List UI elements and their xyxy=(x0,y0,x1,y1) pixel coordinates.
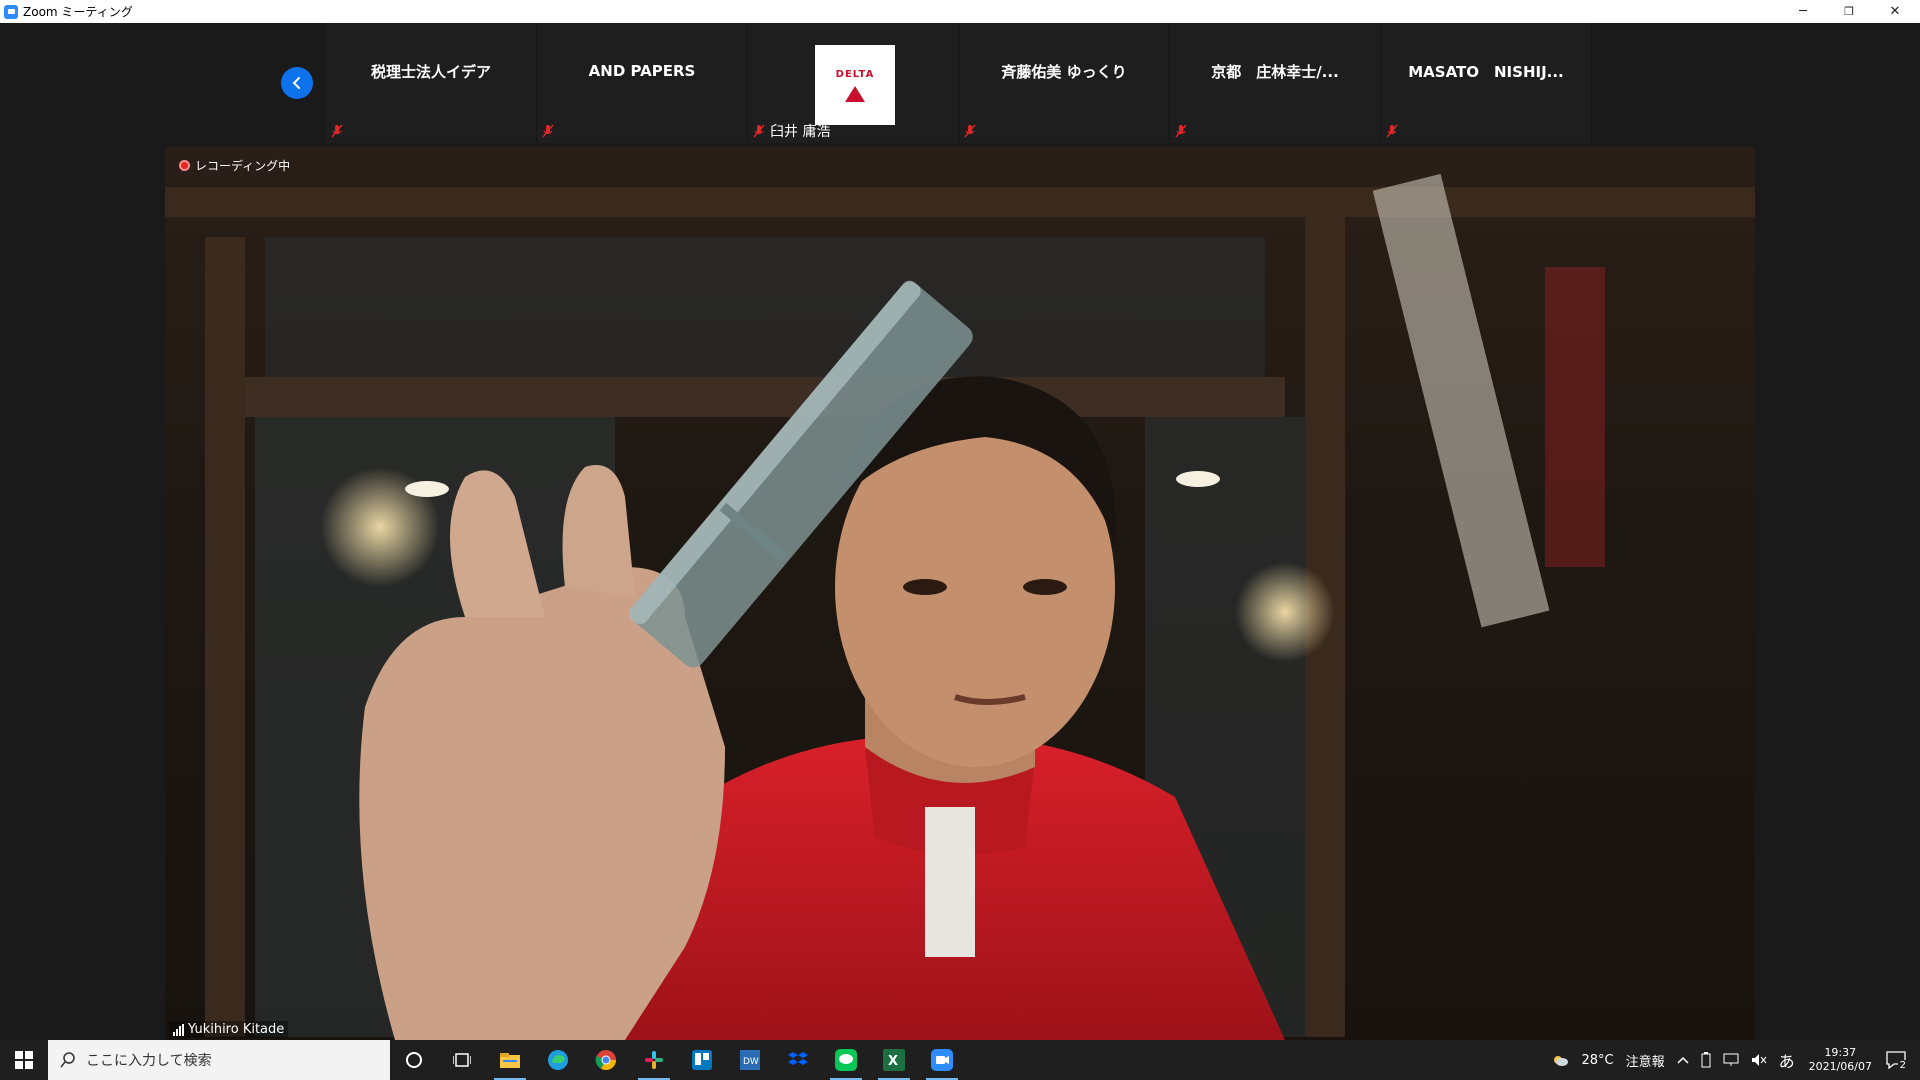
search-placeholder: ここに入力して検索 xyxy=(86,1053,212,1069)
participant-name: 税理士法人イデア xyxy=(370,62,491,81)
meeting-area: 税理士法人イデア AND PAPERS DELTA 臼井 庸浩 斉藤佑美 ゆっく… xyxy=(0,23,1920,1040)
participant-name: 斉藤佑美 ゆっくり xyxy=(1001,62,1127,81)
task-view-icon[interactable] xyxy=(438,1040,486,1080)
participant-tile[interactable]: 斉藤佑美 ゆっくり xyxy=(959,23,1170,143)
participant-tile[interactable]: MASATO NISHIJ... xyxy=(1381,23,1592,143)
participant-tile[interactable]: 京都 庄林幸士/... xyxy=(1170,23,1381,143)
muted-mic-icon xyxy=(752,123,766,139)
muted-mic-icon xyxy=(1385,123,1399,139)
previous-page-button[interactable] xyxy=(281,67,313,99)
trello-icon[interactable] xyxy=(678,1040,726,1080)
system-tray: 28°C 注意報 あ 19:37 2021/06/07 2 xyxy=(1545,1040,1920,1080)
recording-indicator: レコーディング中 xyxy=(179,157,290,174)
window-title: Zoom ミーティング xyxy=(23,5,133,19)
windows-logo-icon xyxy=(15,1051,33,1069)
svg-text:DW: DW xyxy=(743,1057,759,1067)
muted-mic-icon xyxy=(963,123,977,139)
restore-button[interactable]: ❐ xyxy=(1826,0,1872,23)
svg-text:X: X xyxy=(888,1054,898,1069)
taskbar-search-box[interactable]: ここに入力して検索 xyxy=(48,1040,390,1080)
recording-label: レコーディング中 xyxy=(195,159,291,173)
participant-logo: DELTA xyxy=(815,45,895,125)
network-icon[interactable] xyxy=(1723,1053,1739,1067)
participant-strip: 税理士法人イデア AND PAPERS DELTA 臼井 庸浩 斉藤佑美 ゆっく… xyxy=(326,23,1592,143)
battery-icon[interactable] xyxy=(1701,1052,1711,1068)
video-frame xyxy=(165,173,1755,1040)
zoom-icon[interactable] xyxy=(918,1040,966,1080)
clock-time: 19:37 xyxy=(1824,1046,1857,1059)
recording-dot-icon xyxy=(179,160,190,171)
chevron-left-icon xyxy=(292,77,300,89)
clock[interactable]: 19:37 2021/06/07 xyxy=(1809,1046,1872,1074)
speaker-name-tag: Yukihiro Kitade xyxy=(169,1021,289,1038)
search-icon xyxy=(60,1052,75,1068)
muted-mic-icon xyxy=(541,123,555,139)
notification-center-icon[interactable]: 2 xyxy=(1886,1051,1908,1071)
muted-mic-icon xyxy=(330,123,344,139)
ime-indicator[interactable]: あ xyxy=(1779,1048,1795,1072)
muted-mic-icon xyxy=(1174,123,1188,139)
active-speaker-video[interactable]: レコーディング中 Yukihiro Kitade xyxy=(165,147,1755,1040)
participant-name: AND PAPERS xyxy=(588,62,696,80)
speaker-name: Yukihiro Kitade xyxy=(188,1022,285,1037)
close-button[interactable]: ✕ xyxy=(1872,0,1918,23)
chrome-icon[interactable] xyxy=(582,1040,630,1080)
file-explorer-icon[interactable] xyxy=(486,1040,534,1080)
participant-name: 京都 庄林幸士/... xyxy=(1211,62,1339,81)
line-icon[interactable] xyxy=(822,1040,870,1080)
excel-icon[interactable]: X xyxy=(870,1040,918,1080)
slack-icon[interactable] xyxy=(630,1040,678,1080)
start-button[interactable] xyxy=(0,1040,48,1080)
clock-date: 2021/06/07 xyxy=(1808,1060,1872,1073)
weather-temp[interactable]: 28°C xyxy=(1581,1053,1613,1068)
zoom-app-icon xyxy=(4,4,18,19)
participant-tile[interactable]: AND PAPERS xyxy=(537,23,748,143)
weather-icon[interactable] xyxy=(1551,1053,1569,1067)
title-bar: Zoom ミーティング ─ ❐ ✕ xyxy=(0,0,1920,23)
show-hidden-icons-icon[interactable] xyxy=(1677,1056,1689,1064)
dreamweaver-icon[interactable]: DW xyxy=(726,1040,774,1080)
participant-name: 臼井 庸浩 xyxy=(770,124,831,140)
participant-tile[interactable]: DELTA 臼井 庸浩 xyxy=(748,23,959,143)
dropbox-icon[interactable] xyxy=(774,1040,822,1080)
logo-text: DELTA xyxy=(835,68,875,80)
cortana-icon[interactable] xyxy=(390,1040,438,1080)
triangle-logo-icon xyxy=(845,85,865,102)
volume-muted-icon[interactable] xyxy=(1751,1053,1767,1067)
edge-icon[interactable] xyxy=(534,1040,582,1080)
minimize-button[interactable]: ─ xyxy=(1780,0,1826,23)
signal-bars-icon xyxy=(173,1023,184,1036)
taskbar: ここに入力して検索 DW X 28°C 注意報 あ 19:37 2021/06/… xyxy=(0,1040,1920,1080)
weather-alert[interactable]: 注意報 xyxy=(1626,1051,1665,1070)
participant-name: MASATO NISHIJ... xyxy=(1408,62,1564,81)
participant-tile[interactable]: 税理士法人イデア xyxy=(326,23,537,143)
notification-count: 2 xyxy=(1897,1060,1908,1071)
